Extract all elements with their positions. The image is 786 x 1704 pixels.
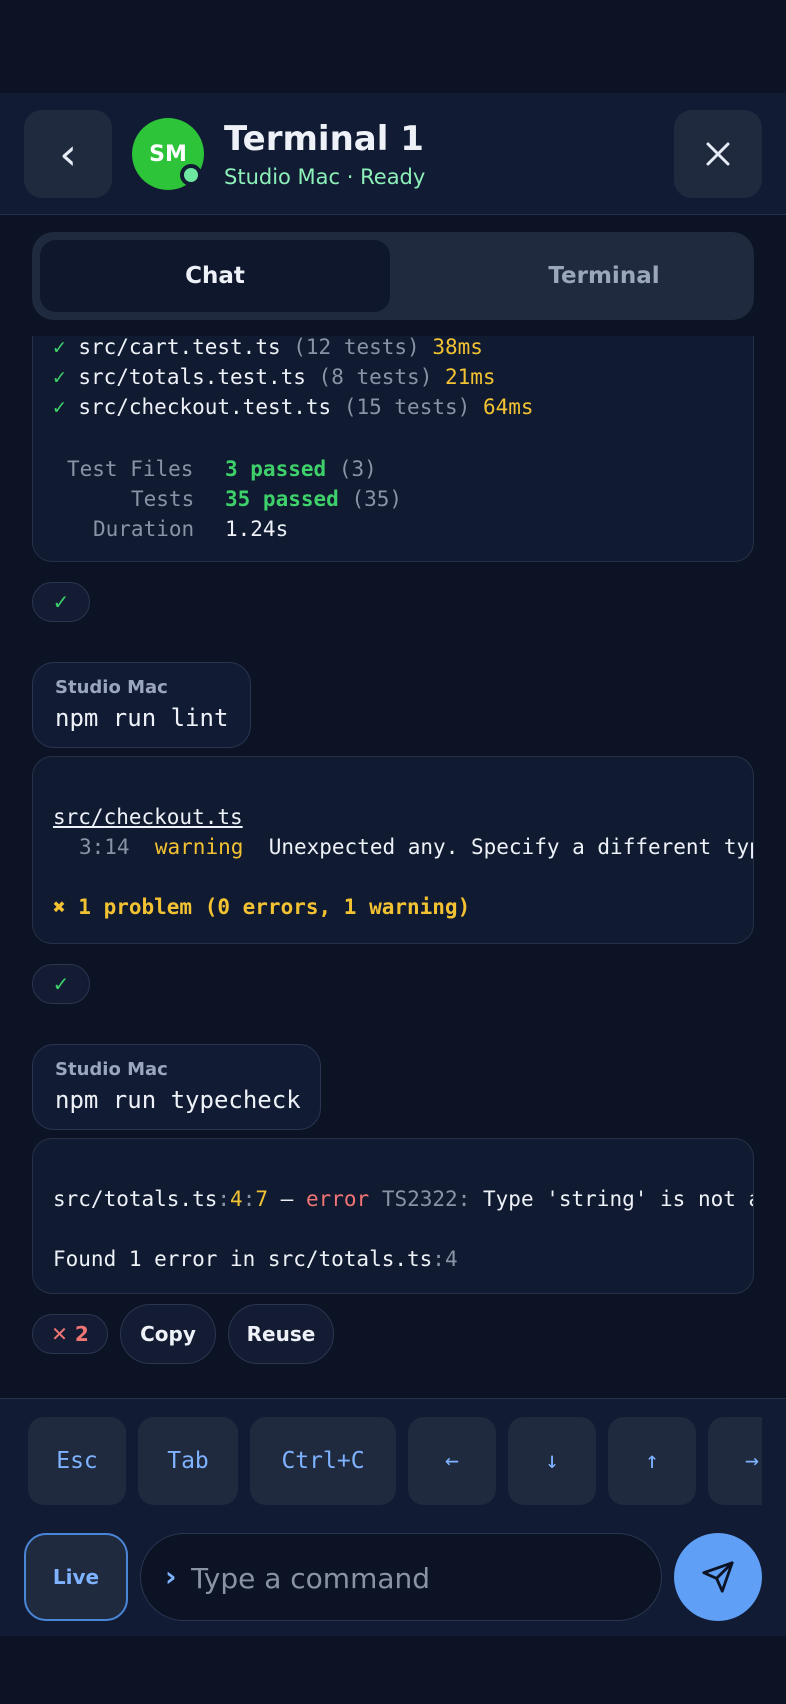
error-level: error	[305, 1187, 370, 1211]
summary-label: Duration	[93, 517, 195, 541]
lint-file: src/checkout.ts	[53, 805, 243, 829]
lint-output-block: src/checkout.ts 3:14 warning Unexpected …	[32, 756, 754, 944]
test-time: 21ms	[445, 365, 496, 389]
error-message: Type 'string' is not assignable to type …	[483, 1187, 753, 1211]
typecheck-output-block: src/totals.ts:4:7 – error TS2322: Type '…	[32, 1138, 754, 1294]
exit-status-badge: ✓	[32, 964, 90, 1004]
separator: :	[242, 1187, 256, 1211]
key-ctrl-c[interactable]: Ctrl+C	[250, 1417, 396, 1505]
summary-passed: 35 passed	[225, 487, 339, 511]
command-host: Studio Mac	[55, 1059, 168, 1080]
view-tabs: Chat Terminal	[32, 232, 754, 320]
key-arrow-left[interactable]: ←	[408, 1417, 496, 1505]
key-arrow-right[interactable]: →	[708, 1417, 762, 1505]
close-button[interactable]	[674, 110, 762, 198]
app-header: ‹ SM Terminal 1 Studio Mac · Ready	[0, 93, 786, 215]
prompt-chevron-icon: ›	[165, 1560, 177, 1593]
test-file-name: src/checkout.test.ts	[78, 395, 332, 419]
exit-status-badge: ✓	[32, 582, 90, 622]
test-count: (8 tests)	[318, 365, 433, 389]
command-input[interactable]	[191, 1548, 641, 1608]
lint-location: 3:14	[79, 835, 130, 859]
lint-summary: ✖ 1 problem (0 errors, 1 warning)	[53, 895, 471, 919]
lint-level: warning	[154, 835, 244, 859]
error-count: ✕ 2	[51, 1322, 89, 1346]
tab-chat[interactable]: Chat	[40, 240, 390, 312]
separator-dash: –	[280, 1187, 294, 1211]
summary-label: Test Files	[67, 457, 194, 481]
separator: :	[217, 1187, 231, 1211]
key-arrow-up[interactable]: ↑	[608, 1417, 696, 1505]
lint-message: Unexpected any. Specify a different type	[268, 835, 754, 859]
check-icon: ✓	[53, 336, 66, 359]
online-status-dot	[180, 164, 202, 186]
test-file-row: ✓ src/checkout.test.ts (15 tests) 64ms	[53, 395, 534, 419]
test-time: 38ms	[432, 336, 483, 359]
summary-value: 35 passed (35)	[225, 487, 402, 511]
connection-status: Studio Mac · Ready	[224, 165, 426, 189]
error-column: 7	[255, 1187, 268, 1211]
command-input-wrapper: ›	[140, 1533, 662, 1621]
copy-button[interactable]: Copy	[120, 1304, 216, 1364]
summary-duration: 1.24s	[225, 517, 289, 541]
type-error-line: src/totals.ts:4:7 – error TS2322: Type '…	[53, 1187, 753, 1211]
close-icon	[706, 142, 730, 166]
key-arrow-down[interactable]: ↓	[508, 1417, 596, 1505]
test-file-name: src/totals.test.ts	[78, 365, 306, 389]
error-file: src/totals.ts	[53, 1187, 218, 1211]
test-time: 64ms	[482, 395, 534, 419]
summary-value: 3 passed (3)	[225, 457, 377, 481]
command-host: Studio Mac	[55, 677, 168, 698]
back-button[interactable]: ‹	[24, 110, 112, 198]
test-output-block: ✓ src/cart.test.ts (12 tests) 38ms ✓ src…	[32, 336, 754, 562]
test-file-row: ✓ src/totals.test.ts (8 tests) 21ms	[53, 365, 496, 389]
avatar-initials: SM	[149, 141, 187, 167]
type-error-summary: Found 1 error in src/totals.ts:4	[53, 1247, 458, 1271]
test-count: (12 tests)	[293, 336, 420, 359]
input-bar: Esc Tab Ctrl+C ← ↓ ↑ → Live ›	[0, 1398, 786, 1636]
command-text: npm run typecheck	[55, 1086, 301, 1114]
send-button[interactable]	[674, 1533, 762, 1621]
test-count: (15 tests)	[343, 395, 471, 419]
found-text: Found 1 error in src/totals.ts	[53, 1247, 433, 1271]
summary-extra: (35)	[351, 487, 403, 511]
check-icon: ✓	[52, 972, 70, 996]
tab-terminal[interactable]: Terminal	[429, 240, 779, 312]
error-code: TS2322:	[381, 1187, 471, 1211]
reuse-button[interactable]: Reuse	[228, 1304, 334, 1364]
special-keys-row[interactable]: Esc Tab Ctrl+C ← ↓ ↑ →	[28, 1417, 762, 1505]
key-tab[interactable]: Tab	[138, 1417, 238, 1505]
page-title: Terminal 1	[224, 119, 424, 159]
chevron-left-icon: ‹	[59, 128, 77, 180]
command-bubble[interactable]: Studio Mac npm run lint	[32, 662, 251, 748]
check-icon: ✓	[53, 395, 66, 419]
key-esc[interactable]: Esc	[28, 1417, 126, 1505]
chat-transcript[interactable]: ✓ src/cart.test.ts (12 tests) 38ms ✓ src…	[0, 336, 786, 1398]
check-icon: ✓	[53, 365, 66, 389]
lint-problem: 3:14 warning Unexpected any. Specify a d…	[79, 835, 754, 859]
found-location: :4	[432, 1247, 458, 1271]
summary-passed: 3 passed	[225, 457, 327, 481]
send-icon	[702, 1561, 734, 1593]
live-mode-toggle[interactable]: Live	[24, 1533, 128, 1621]
command-bubble[interactable]: Studio Mac npm run typecheck	[32, 1044, 321, 1130]
error-line-number: 4	[230, 1187, 243, 1211]
summary-label: Tests	[131, 487, 195, 511]
summary-extra: (3)	[338, 457, 377, 481]
test-file-row: ✓ src/cart.test.ts (12 tests) 38ms	[53, 336, 483, 359]
check-icon: ✓	[52, 590, 70, 614]
test-file-name: src/cart.test.ts	[78, 336, 281, 359]
command-text: npm run lint	[55, 704, 229, 732]
error-count-badge: ✕ 2	[32, 1314, 108, 1354]
